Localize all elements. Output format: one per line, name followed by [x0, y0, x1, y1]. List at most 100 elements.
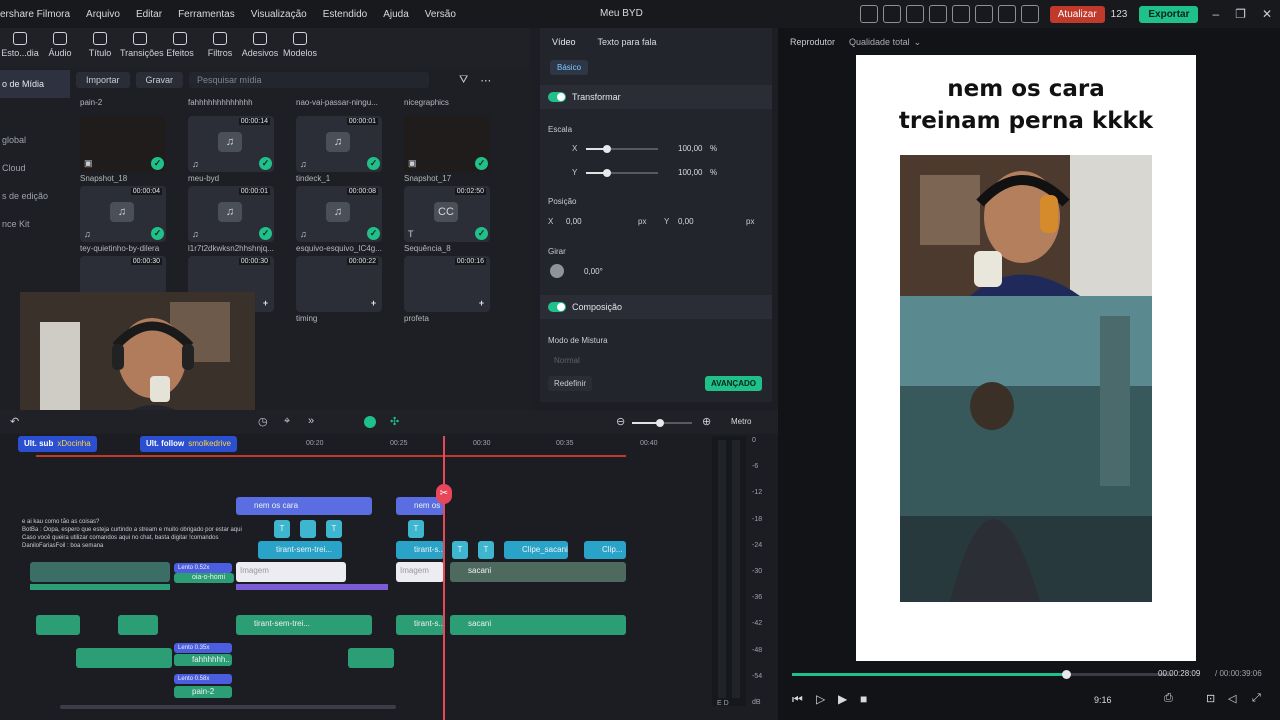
- video-clip[interactable]: tirant-sem-trei...: [258, 541, 342, 559]
- audio-clip[interactable]: sacani: [450, 615, 626, 635]
- speed-tag[interactable]: Lento 0.35x: [174, 643, 232, 653]
- speed-tag[interactable]: Lento 0.58x: [174, 674, 232, 684]
- more-icon[interactable]: ⋯: [480, 74, 491, 87]
- timer-icon[interactable]: ◷: [258, 415, 268, 428]
- play-icon[interactable]: ▷: [816, 692, 825, 706]
- audio-clip[interactable]: tirant-s...: [396, 615, 444, 635]
- rotate-dial[interactable]: [550, 264, 564, 278]
- camera-icon[interactable]: ⊡: [1206, 692, 1215, 705]
- tab-stickers[interactable]: Adesivos: [240, 28, 280, 68]
- media-tile[interactable]: 00:02:50 CC T ✓: [404, 186, 490, 242]
- menu-versao[interactable]: Versão: [425, 9, 456, 20]
- zoom-slider[interactable]: [632, 419, 692, 427]
- audio-clip[interactable]: [348, 648, 394, 668]
- menu-estendido[interactable]: Estendido: [323, 9, 367, 20]
- grid-icon[interactable]: [1020, 5, 1039, 23]
- composition-section[interactable]: Composição: [540, 295, 772, 319]
- media-tile[interactable]: ▣ ✓: [404, 116, 490, 172]
- main-video-clip[interactable]: [30, 562, 170, 582]
- scale-y-slider[interactable]: [586, 169, 658, 177]
- playhead[interactable]: [443, 436, 445, 720]
- mail-icon[interactable]: [905, 5, 924, 23]
- media-tile[interactable]: 00:00:14 ♫ ♫ ✓: [188, 116, 274, 172]
- import-button[interactable]: Importar: [76, 72, 130, 88]
- record-button[interactable]: Gravar: [135, 72, 184, 88]
- composition-toggle[interactable]: [548, 302, 566, 312]
- download-icon[interactable]: [997, 5, 1016, 23]
- audio-clip[interactable]: [76, 648, 172, 668]
- sidebar-item-cloud[interactable]: Cloud: [0, 154, 70, 182]
- tab-title[interactable]: Título: [80, 28, 120, 68]
- caption-clip[interactable]: [300, 520, 316, 538]
- sidebar-item-global[interactable]: global: [0, 126, 70, 154]
- play-pause-icon[interactable]: ▶: [838, 692, 847, 706]
- menu-ajuda[interactable]: Ajuda: [383, 9, 409, 20]
- menu-arquivo[interactable]: Arquivo: [86, 9, 120, 20]
- caption-clip[interactable]: T: [408, 520, 424, 538]
- export-button[interactable]: Exportar: [1139, 5, 1199, 23]
- zoom-in-icon[interactable]: ⊕: [702, 415, 711, 428]
- volume-icon[interactable]: ◁: [1228, 692, 1236, 705]
- maximize-icon[interactable]: ❐: [1235, 7, 1246, 21]
- meter-label[interactable]: Metro: [731, 417, 751, 426]
- audio-clip[interactable]: fahhhhhh..: [174, 654, 232, 666]
- undo-icon[interactable]: ↶: [10, 415, 19, 428]
- pos-x-value[interactable]: 0,00: [566, 217, 582, 226]
- tab-tts[interactable]: Texto para fala: [598, 37, 657, 47]
- tab-stock-media[interactable]: Esto...dia: [0, 28, 40, 68]
- horizontal-scrollbar[interactable]: [60, 705, 396, 709]
- media-tile[interactable]: 00:00:16 +: [404, 256, 490, 312]
- screenshot-icon[interactable]: ⎙: [1164, 692, 1173, 705]
- sidebar-item-project-media[interactable]: o de Mídia: [0, 70, 70, 98]
- save-icon[interactable]: [951, 5, 970, 23]
- chevron-down-icon[interactable]: ⌄: [914, 37, 922, 48]
- snap-icon[interactable]: [364, 416, 376, 428]
- tab-audio[interactable]: Áudio: [40, 28, 80, 68]
- pos-y-value[interactable]: 0,00: [678, 217, 694, 226]
- menu-visualizacao[interactable]: Visualização: [251, 9, 307, 20]
- media-tile[interactable]: 00:00:22 +: [296, 256, 382, 312]
- transform-toggle[interactable]: [548, 92, 566, 102]
- tab-transitions[interactable]: Transições: [120, 28, 164, 68]
- scissors-icon[interactable]: ✂: [436, 484, 452, 504]
- credits-badge[interactable]: 123: [1111, 9, 1128, 20]
- image-clip[interactable]: Imagem: [236, 562, 346, 582]
- tab-templates[interactable]: Modelos: [280, 28, 320, 68]
- progress-knob[interactable]: [1061, 670, 1071, 679]
- preview-canvas[interactable]: nem os cara treinam perna kkkk: [856, 55, 1196, 661]
- caption-clip[interactable]: T: [478, 541, 494, 559]
- media-tile[interactable]: 00:00:08 ♫ ♫ ✓: [296, 186, 382, 242]
- zoom-out-icon[interactable]: ⊖: [616, 415, 625, 428]
- more-tools-icon[interactable]: »: [308, 415, 314, 427]
- add-icon[interactable]: +: [475, 297, 488, 310]
- transform-section[interactable]: Transformar: [540, 85, 772, 109]
- audio-clip[interactable]: [36, 615, 80, 635]
- caption-clip[interactable]: T: [452, 541, 468, 559]
- close-icon[interactable]: ✕: [1262, 7, 1272, 21]
- scale-x-slider[interactable]: [586, 145, 658, 153]
- add-icon[interactable]: +: [259, 297, 272, 310]
- filter-icon[interactable]: ⛛: [459, 74, 468, 87]
- caption-clip[interactable]: T: [326, 520, 342, 538]
- scale-y-value[interactable]: 100,00: [678, 168, 702, 177]
- sidebar-item-kit[interactable]: nce Kit: [0, 210, 70, 238]
- layout-icon[interactable]: [928, 5, 947, 23]
- effect-bar[interactable]: [236, 584, 388, 590]
- fullscreen-icon[interactable]: ⤢: [1252, 692, 1261, 705]
- aspect-ratio[interactable]: 9:16: [1094, 695, 1112, 705]
- timeline-ruler[interactable]: 00:20 00:25 00:30 00:35 00:40: [20, 436, 700, 454]
- video-clip[interactable]: oia-o-homi: [174, 573, 234, 583]
- tab-filters[interactable]: Filtros: [200, 28, 240, 68]
- reset-button[interactable]: Redefinir: [548, 376, 593, 391]
- advanced-button[interactable]: AVANÇADO: [704, 376, 762, 391]
- ripple-icon[interactable]: ✣: [390, 415, 399, 428]
- video-clip[interactable]: tirant-s...: [396, 541, 444, 559]
- video-clip[interactable]: sacani: [450, 562, 626, 582]
- media-tile[interactable]: 00:00:04 ♫ ♫ ✓: [80, 186, 166, 242]
- audio-clip[interactable]: pain-2: [174, 686, 232, 698]
- add-icon[interactable]: +: [367, 297, 380, 310]
- tab-video[interactable]: Vídeo: [552, 37, 576, 47]
- sidebar-item-editing[interactable]: s de edição: [0, 182, 70, 210]
- title-clip[interactable]: nem os cara: [236, 497, 372, 515]
- menu-editar[interactable]: Editar: [136, 9, 162, 20]
